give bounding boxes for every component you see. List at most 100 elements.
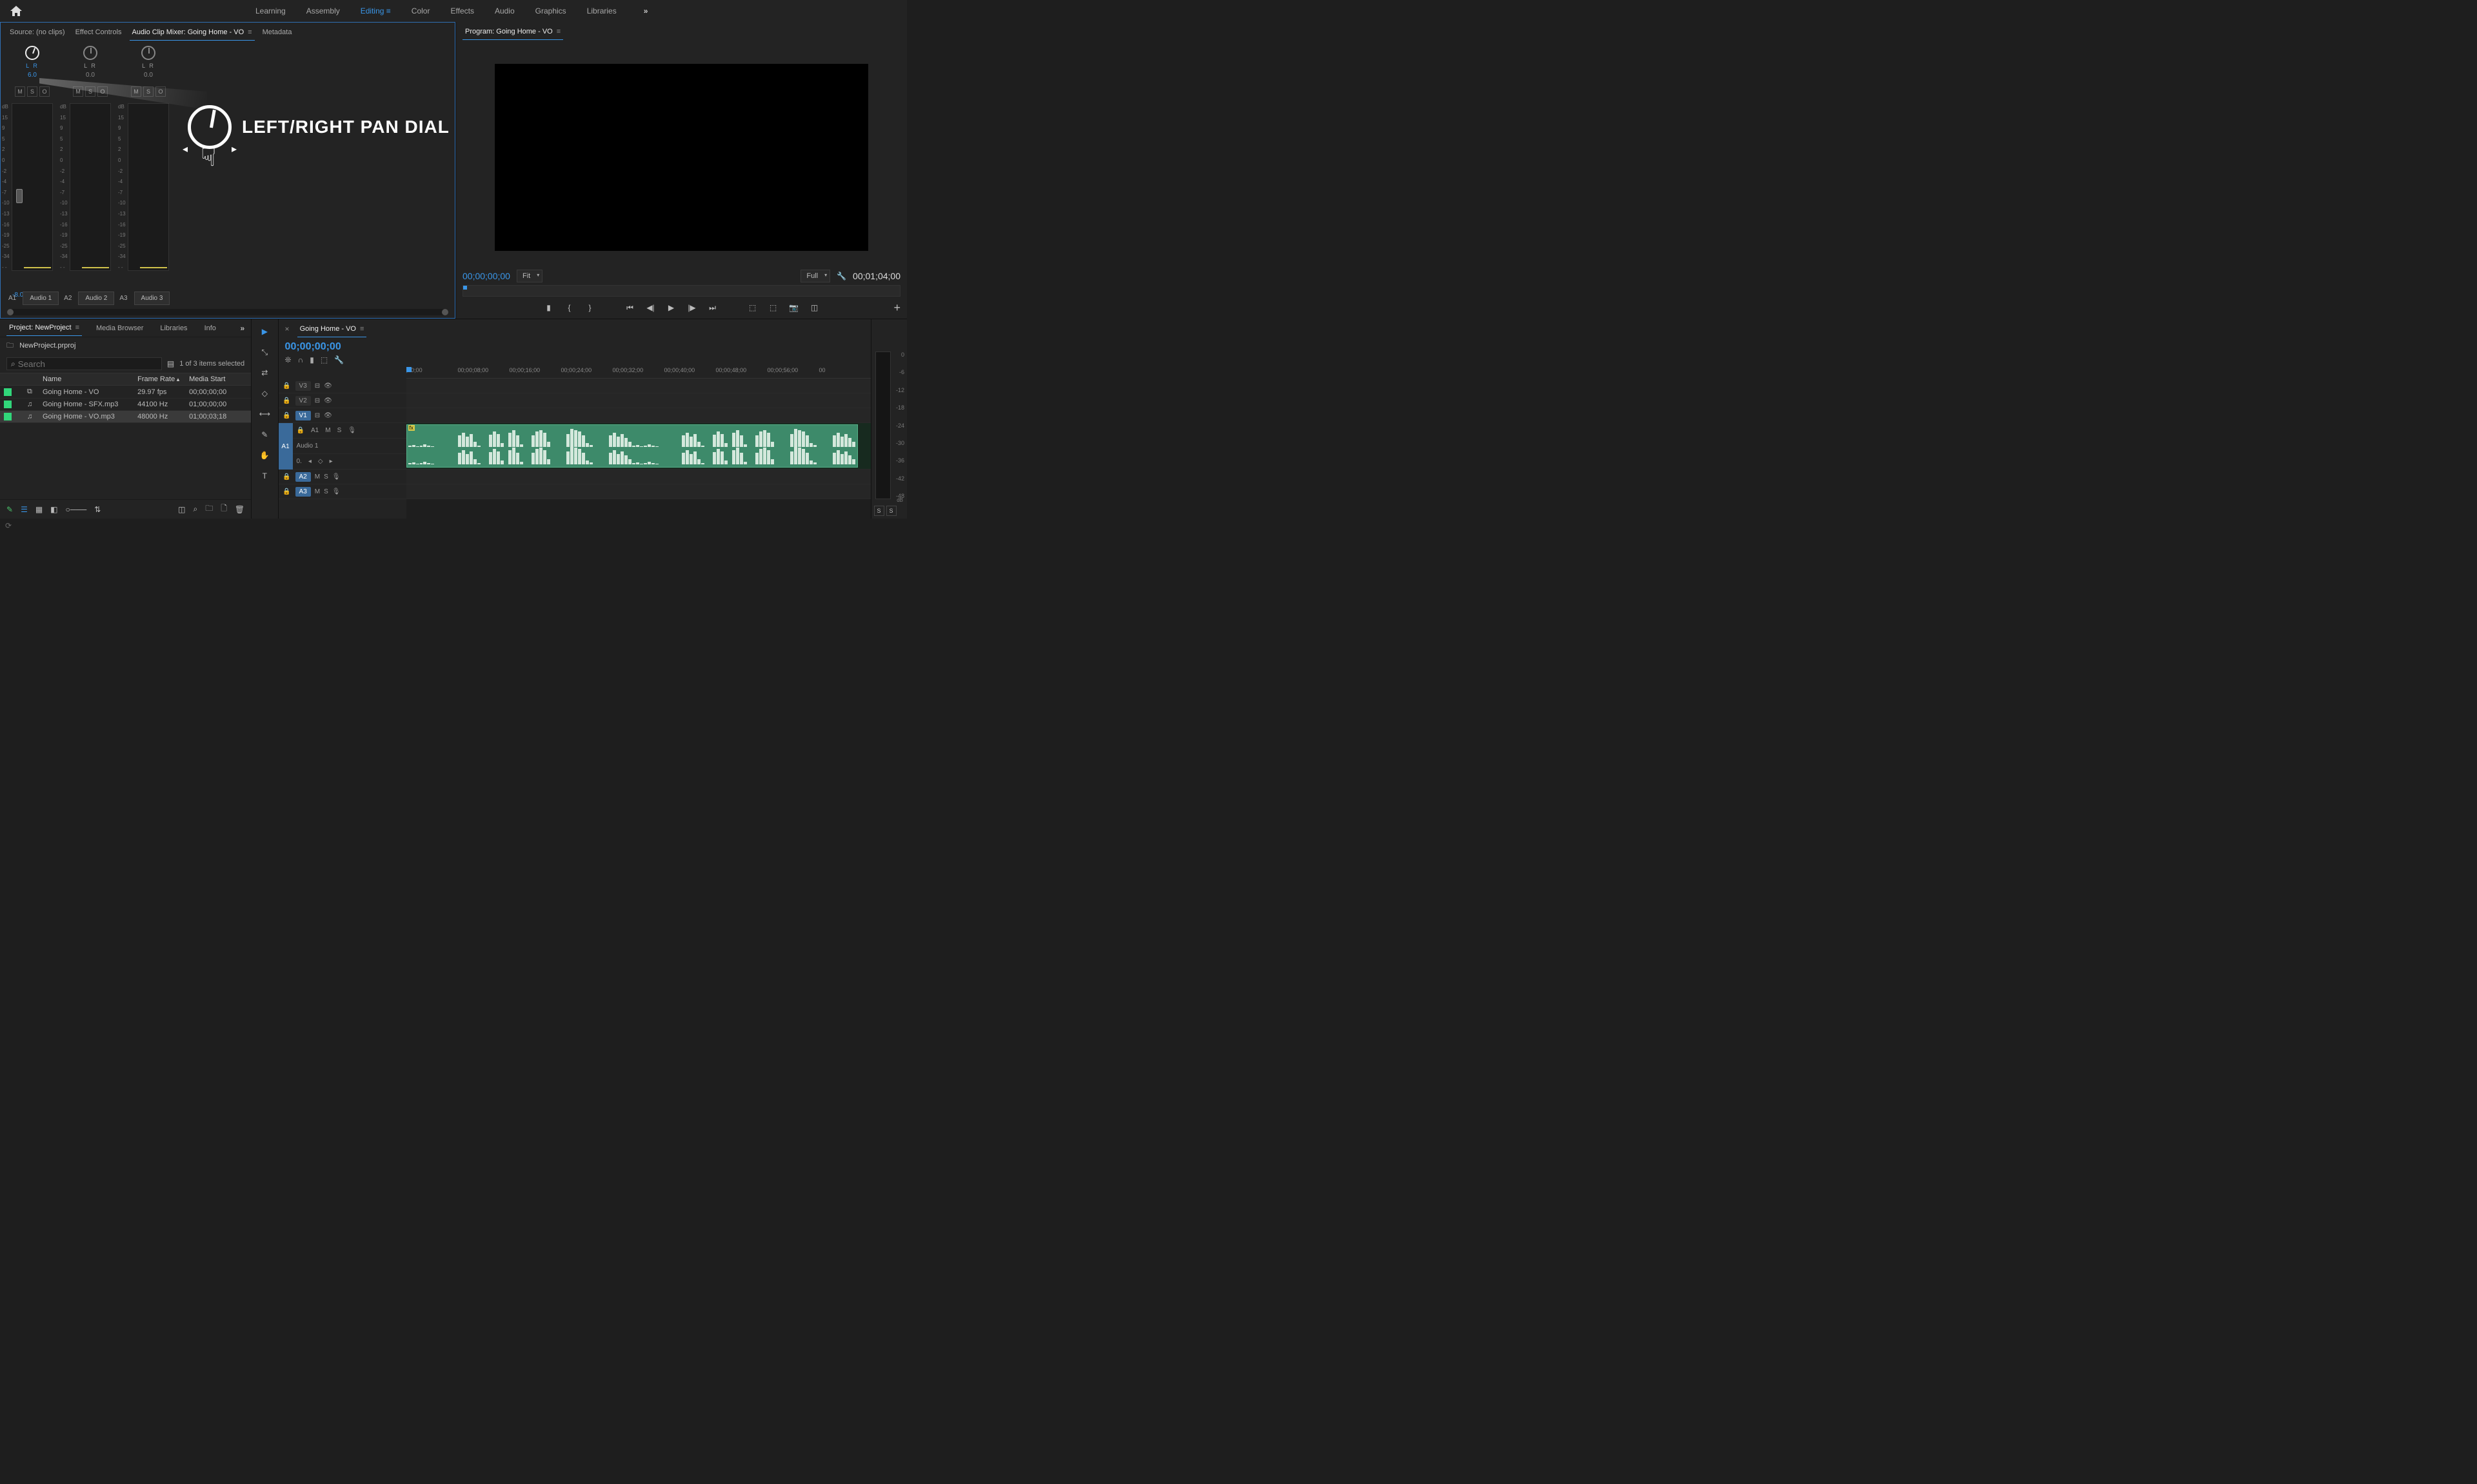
program-timecode[interactable]: 00;00;00;00 — [463, 271, 510, 281]
col-frame-rate[interactable]: Frame Rate — [137, 375, 189, 383]
track-id[interactable]: A1 — [5, 295, 20, 302]
track-id[interactable]: A3 — [115, 295, 131, 302]
workspace-editing[interactable]: Editing ≡ — [352, 1, 400, 21]
extract-icon[interactable]: ⬚ — [766, 301, 781, 315]
workspace-libraries[interactable]: Libraries — [578, 1, 626, 21]
go-to-in-icon[interactable]: ⏮ — [623, 301, 637, 315]
solo-right[interactable]: S — [886, 506, 897, 516]
sort-icon[interactable]: ⇅ — [94, 505, 101, 514]
zoom-fit-dropdown[interactable]: Fit — [517, 270, 542, 282]
time-ruler[interactable]: ;00;0000;00;08;0000;00;16;0000;00;24;000… — [406, 367, 871, 379]
open-brace-icon[interactable]: { — [562, 301, 577, 315]
add-button-icon[interactable]: + — [893, 301, 900, 315]
close-brace-icon[interactable]: } — [583, 301, 597, 315]
ripple-tool-icon[interactable]: ⇄ — [257, 366, 272, 380]
track-header-a1[interactable]: A1 🔒A1MS🎙 Audio 1 0.◂◇▸ — [279, 423, 406, 470]
slip-tool-icon[interactable]: ⟷ — [257, 407, 272, 421]
tab-project[interactable]: Project: NewProject≡ — [6, 320, 82, 336]
step-forward-icon[interactable]: |▶ — [685, 301, 699, 315]
track-header-v1[interactable]: 🔒V1⊟👁 — [279, 408, 406, 423]
write-button[interactable]: O — [155, 86, 166, 97]
track-select-tool-icon[interactable]: ⤡ — [257, 345, 272, 359]
lock-icon[interactable]: 🔒 — [283, 397, 292, 404]
timeline-area[interactable]: ;00;0000;00;08;0000;00;16;0000;00;24;000… — [406, 367, 871, 519]
track-v3[interactable] — [406, 379, 871, 393]
track-v1[interactable] — [406, 408, 871, 423]
pan-value[interactable]: 0.0 — [144, 72, 153, 79]
home-icon[interactable] — [5, 0, 27, 22]
quality-dropdown[interactable]: Full — [801, 270, 830, 282]
hand-tool-icon[interactable]: ✋ — [257, 448, 272, 462]
tab-libraries[interactable]: Libraries — [157, 321, 190, 336]
label-swatch[interactable] — [4, 388, 12, 396]
type-tool-icon[interactable]: T — [257, 469, 272, 483]
solo-button[interactable]: S — [85, 86, 95, 97]
workspace-learning[interactable]: Learning — [246, 1, 295, 21]
program-ruler[interactable] — [463, 285, 900, 297]
solo-left[interactable]: S — [874, 506, 884, 516]
settings-icon[interactable]: 🔧 — [334, 355, 344, 364]
filter-icon[interactable]: ▤ — [167, 359, 174, 368]
camera-icon[interactable]: 📷 — [787, 301, 801, 315]
marker-icon[interactable]: ▮ — [310, 355, 314, 364]
voice-icon[interactable]: 🎙 — [348, 427, 356, 434]
playhead-icon[interactable] — [406, 367, 412, 372]
write-button[interactable]: O — [39, 86, 50, 97]
find-icon[interactable]: ⌕ — [193, 504, 197, 514]
track-id[interactable]: A2 — [60, 295, 75, 302]
play-icon[interactable]: ▶ — [664, 301, 679, 315]
icon-view-icon[interactable]: ▦ — [35, 505, 43, 514]
pan-value[interactable]: 6.0 — [28, 72, 37, 79]
voice-icon[interactable]: 🎙 — [332, 488, 341, 495]
tab-sequence[interactable]: Going Home - VO≡ — [297, 321, 367, 337]
bin-icon[interactable]: 🗀 — [6, 342, 14, 350]
tab-media-browser[interactable]: Media Browser — [94, 321, 146, 336]
project-row[interactable]: ⧉ Going Home - VO 29.97 fps 00;00;00;00 — [0, 386, 251, 399]
audio-clip[interactable]: fx — [406, 424, 858, 468]
track-name-input[interactable]: Audio 1 — [23, 292, 59, 305]
mute-button[interactable]: M — [131, 86, 141, 97]
col-media-start[interactable]: Media Start — [189, 375, 247, 383]
track-a2[interactable] — [406, 470, 871, 484]
tab-effect-controls[interactable]: Effect Controls — [73, 25, 124, 40]
linked-selection-icon[interactable]: ∩ — [298, 355, 304, 364]
voice-icon[interactable]: 🎙 — [332, 473, 341, 480]
workspace-audio[interactable]: Audio — [486, 1, 524, 21]
compare-icon[interactable]: ◫ — [808, 301, 822, 315]
snap-icon[interactable]: ❊ — [285, 355, 292, 364]
track-header-v2[interactable]: 🔒V2⊟👁 — [279, 393, 406, 408]
lift-icon[interactable]: ⬚ — [746, 301, 760, 315]
project-row[interactable]: ♫ Going Home - VO.mp3 48000 Hz 01;00;03;… — [0, 411, 251, 423]
workspace-effects[interactable]: Effects — [441, 1, 482, 21]
tab-audio-clip-mixer[interactable]: Audio Clip Mixer: Going Home - VO≡ — [130, 25, 255, 41]
solo-button[interactable]: S — [143, 86, 154, 97]
freeform-view-icon[interactable]: ◧ — [50, 505, 57, 514]
selection-tool-icon[interactable]: ▶ — [257, 324, 272, 339]
razor-tool-icon[interactable]: ◇ — [257, 386, 272, 401]
mute-button[interactable]: M — [15, 86, 25, 97]
tab-metadata[interactable]: Metadata — [260, 25, 295, 40]
tab-program[interactable]: Program: Going Home - VO≡ — [463, 24, 563, 40]
track-a1[interactable]: fx — [406, 423, 871, 470]
step-back-icon[interactable]: ◀| — [644, 301, 658, 315]
track-header-a3[interactable]: 🔒A3MS🎙 — [279, 484, 406, 499]
track-header-a2[interactable]: 🔒A2MS🎙 — [279, 470, 406, 484]
pan-dial-icon[interactable] — [25, 46, 39, 60]
insert-icon[interactable]: ⬚ — [321, 355, 328, 364]
playhead-icon[interactable] — [463, 286, 467, 290]
search-input[interactable] — [18, 359, 157, 369]
col-name[interactable]: Name — [43, 375, 137, 383]
track-header-v3[interactable]: 🔒V3⊟👁 — [279, 379, 406, 393]
lock-icon[interactable]: 🔒 — [283, 488, 292, 495]
label-swatch[interactable] — [4, 413, 12, 420]
workspace-color[interactable]: Color — [403, 1, 439, 21]
label-swatch[interactable] — [4, 401, 12, 408]
tab-source[interactable]: Source: (no clips) — [7, 25, 68, 40]
write-button[interactable]: O — [97, 86, 108, 97]
source-patch-a1[interactable]: A1 — [279, 423, 293, 470]
workspace-overflow-icon[interactable]: » — [639, 1, 653, 21]
lock-icon[interactable]: 🔒 — [297, 427, 304, 434]
pan-value[interactable]: 0.0 — [86, 72, 95, 79]
list-view-icon[interactable]: ☰ — [21, 505, 28, 514]
track-name-input[interactable]: Audio 2 — [78, 292, 114, 305]
